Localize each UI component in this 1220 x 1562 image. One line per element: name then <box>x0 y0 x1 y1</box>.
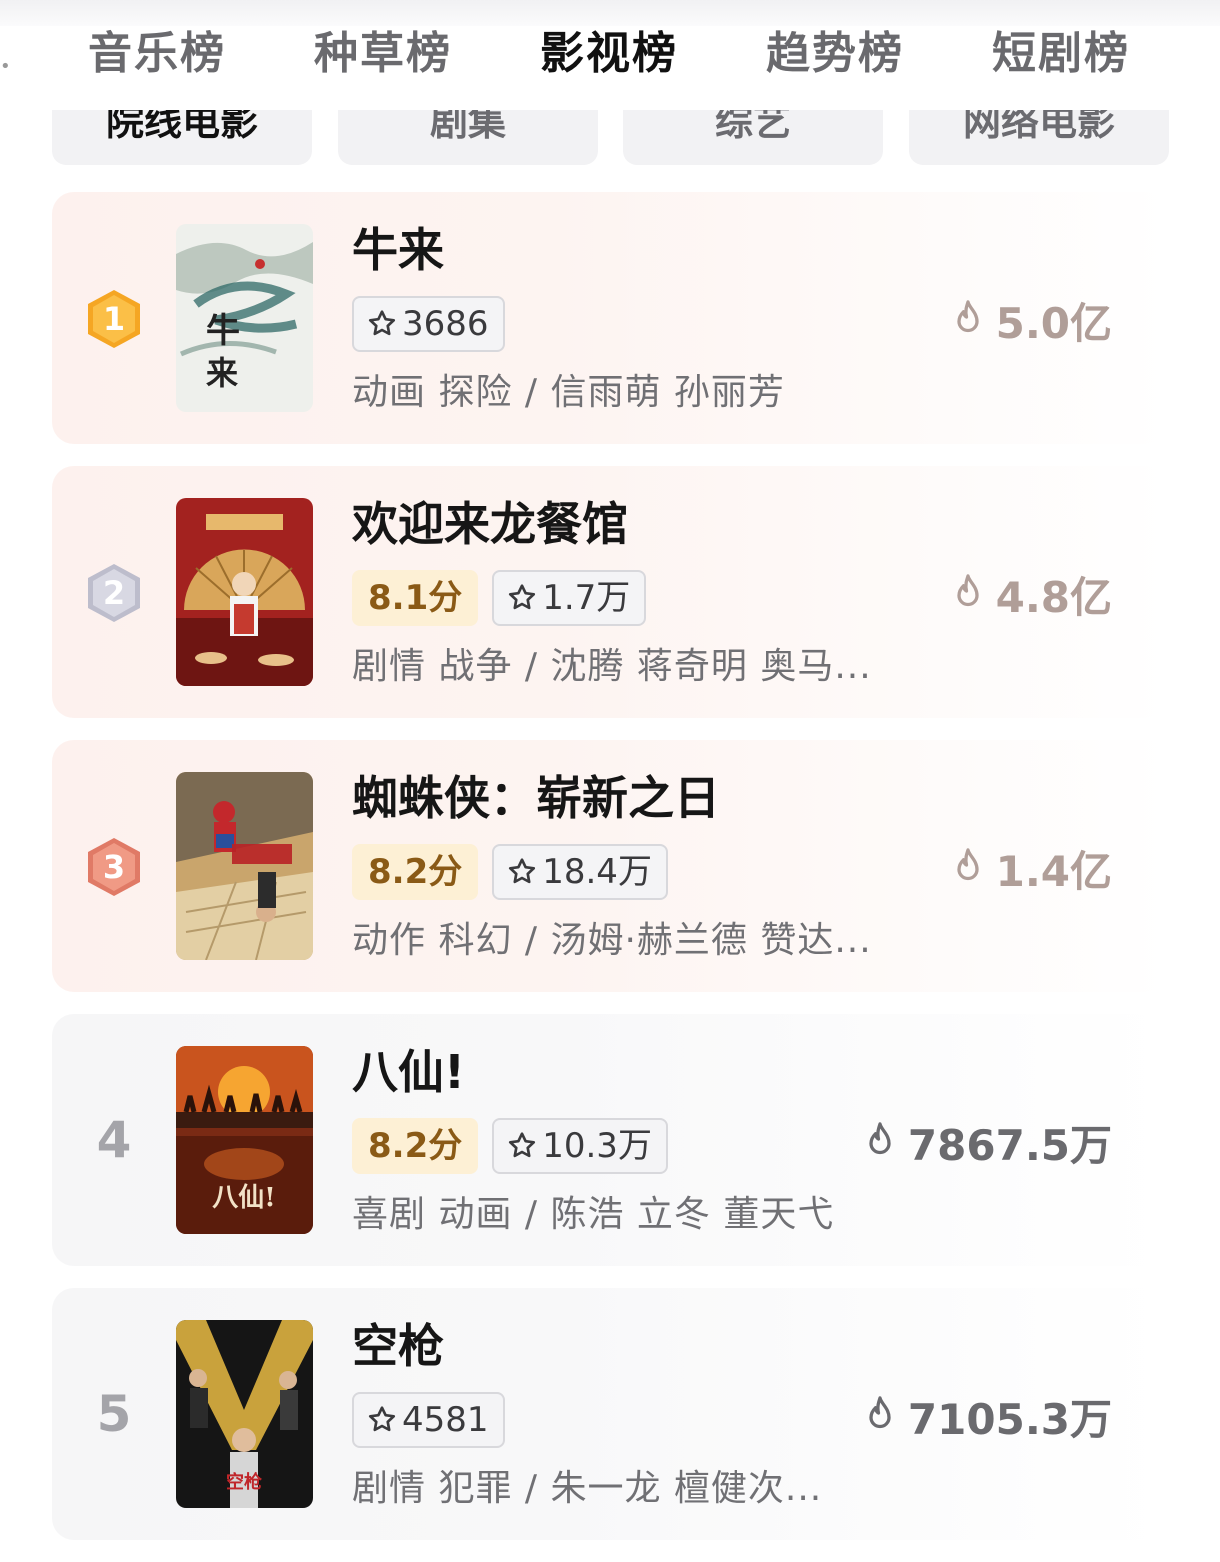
svg-text:空枪: 空枪 <box>226 1471 262 1493</box>
want-count-tag: 18.4万 <box>492 844 668 900</box>
flame-outline-icon <box>956 848 979 881</box>
movie-title[interactable]: 空枪 <box>352 1316 444 1376</box>
want-count-tag: 4581 <box>352 1392 505 1448</box>
heat-value: 5.0亿 <box>950 290 1112 350</box>
flame-outline-icon <box>956 300 979 333</box>
flame-outline-icon <box>956 574 979 607</box>
star-outline-icon <box>509 1132 536 1158</box>
heat-number: 7105.3万 <box>907 1394 1112 1444</box>
heat-value: 7105.3万 <box>862 1386 1112 1446</box>
movie-tags: 3686 <box>352 296 505 352</box>
tab-grass[interactable]: 种草榜 <box>314 18 452 90</box>
want-count: 18.4万 <box>542 852 652 892</box>
heat-value: 7867.5万 <box>862 1112 1112 1172</box>
movie-title[interactable]: 欢迎来龙餐馆 <box>352 494 628 554</box>
silver-medal-icon: 2 <box>85 562 143 624</box>
want-count: 4581 <box>402 1400 489 1440</box>
movie-tags: 8.1分 1.7万 <box>352 570 647 626</box>
movie-title[interactable]: 八仙! <box>352 1042 465 1102</box>
ranking-item-4[interactable]: 4 八仙! 八仙! 8.2分 10.3万 喜剧 动画 / 陈浩 立冬 董天弋 7… <box>52 1014 1168 1266</box>
flame-outline-icon <box>869 1396 891 1429</box>
movie-poster[interactable] <box>176 772 313 960</box>
star-outline-icon <box>368 310 396 336</box>
heat-number: 5.0亿 <box>995 298 1112 348</box>
heat-number: 4.8亿 <box>995 572 1112 622</box>
movie-poster[interactable]: 空枪 <box>176 1320 313 1508</box>
movie-title[interactable]: 蜘蛛侠：崭新之日 <box>352 768 720 828</box>
movie-tags: 8.2分 10.3万 <box>352 1118 668 1174</box>
rank-label: 2 <box>103 574 125 612</box>
left-edge-glyph: • <box>0 56 11 77</box>
rank-label: 3 <box>103 848 125 886</box>
svg-text:牛: 牛 <box>206 311 240 351</box>
tab-film-tv[interactable]: 影视榜 <box>540 18 678 90</box>
movie-genre-cast: 剧情 犯罪 / 朱一龙 檀健次... <box>352 1468 823 1509</box>
movie-genre-cast: 动画 探险 / 信雨萌 孙丽芳 <box>352 372 785 413</box>
want-count: 3686 <box>402 304 489 344</box>
want-count: 1.7万 <box>542 578 631 618</box>
movie-genre-cast: 动作 科幻 / 汤姆·赫兰德 赞达... <box>352 920 872 961</box>
movie-poster[interactable]: 牛 来 <box>176 224 313 412</box>
rank-number: 5 <box>96 1385 132 1443</box>
star-outline-icon <box>509 584 536 610</box>
svg-text:八仙!: 八仙! <box>212 1183 275 1213</box>
score-tag: 8.2分 <box>352 844 479 900</box>
movie-tags: 8.2分 18.4万 <box>352 844 668 900</box>
movie-poster[interactable]: 八仙! <box>176 1046 313 1234</box>
score-tag: 8.2分 <box>352 1118 479 1174</box>
tab-trend[interactable]: 趋势榜 <box>766 18 904 90</box>
want-count-tag: 3686 <box>352 296 505 352</box>
movie-tags: 4581 <box>352 1392 505 1448</box>
star-outline-icon <box>509 858 536 884</box>
gold-medal-icon: 1 <box>85 288 143 350</box>
heat-number: 7867.5万 <box>907 1120 1112 1170</box>
ranking-item-3[interactable]: 3 蜘蛛侠：崭新之日 8.2分 18.4万 动作 科幻 / 汤姆·赫兰德 赞达.… <box>52 740 1168 992</box>
flame-outline-icon <box>869 1122 891 1155</box>
want-count-tag: 1.7万 <box>492 570 647 626</box>
ranking-item-5[interactable]: 5 空枪 空枪 4581 剧情 犯罪 / 朱一龙 檀健次... 7105.3万 <box>52 1288 1168 1540</box>
want-count: 10.3万 <box>542 1126 652 1166</box>
movie-poster[interactable] <box>176 498 313 686</box>
movie-genre-cast: 剧情 战争 / 沈腾 蒋奇明 奥马... <box>352 646 872 687</box>
rank-label: 1 <box>103 300 125 338</box>
svg-text:来: 来 <box>206 354 238 392</box>
ranking-item-2[interactable]: 2 欢迎来龙餐馆 8.1分 1.7万 剧情 战争 / 沈腾 蒋奇明 奥马... … <box>52 466 1168 718</box>
movie-genre-cast: 喜剧 动画 / 陈浩 立冬 董天弋 <box>352 1194 835 1235</box>
ranking-item-1[interactable]: 1 牛 来 牛来 3686 动画 探险 / 信雨萌 孙丽芳 5.0亿 <box>52 192 1168 444</box>
heat-value: 4.8亿 <box>950 564 1112 624</box>
main-tab-bar: • 音乐榜 种草榜 影视榜 趋势榜 短剧榜 <box>0 18 1220 90</box>
bronze-medal-icon: 3 <box>85 836 143 898</box>
star-outline-icon <box>368 1406 396 1432</box>
want-count-tag: 10.3万 <box>492 1118 668 1174</box>
ranking-page: • 音乐榜 种草榜 影视榜 趋势榜 短剧榜 院线电影 剧集 综艺 网络电影 1 <box>0 0 1220 1562</box>
score-tag: 8.1分 <box>352 570 479 626</box>
heat-number: 1.4亿 <box>995 846 1112 896</box>
tab-short-drama[interactable]: 短剧榜 <box>992 18 1130 90</box>
rank-number: 4 <box>96 1111 132 1169</box>
header-mask <box>0 88 1220 110</box>
movie-title[interactable]: 牛来 <box>352 220 444 280</box>
tab-music[interactable]: 音乐榜 <box>88 18 226 90</box>
heat-value: 1.4亿 <box>950 838 1112 898</box>
